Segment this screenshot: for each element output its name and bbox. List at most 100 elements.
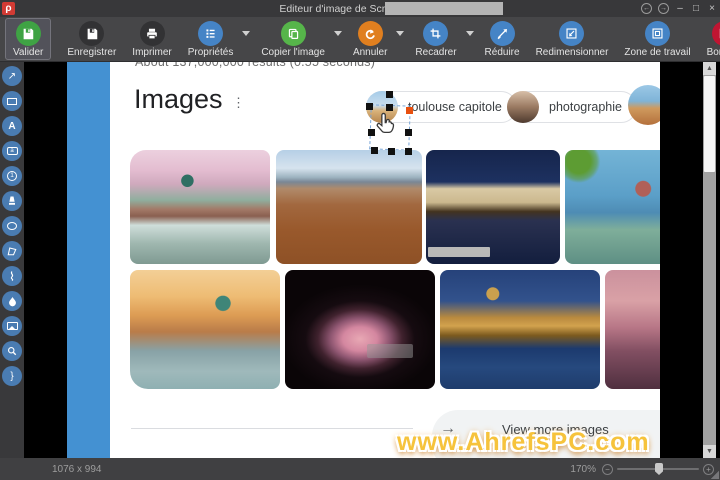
rectangle-icon (7, 98, 17, 105)
chip-label: photographie (539, 100, 636, 114)
text-balloon-tool-button[interactable]: a (2, 141, 22, 161)
arrow-icon: ↗ (8, 71, 16, 82)
nav-forward-icon[interactable]: → (658, 3, 669, 14)
redimensionner-label: Redimensionner (536, 47, 609, 58)
scroll-up-icon[interactable]: ▲ (703, 62, 716, 75)
result-image-capitole-night[interactable] (426, 150, 560, 264)
result-image-aerial-city[interactable] (276, 150, 422, 264)
ahrefspc-watermark: www.AhrefsPC.com (397, 428, 650, 457)
chip-label: toulouse capitole (398, 100, 516, 114)
image-icon (7, 322, 18, 330)
zone-de-travail-button[interactable]: Zone de travail (616, 18, 698, 60)
arrow-tool-button[interactable]: ↗ (2, 66, 22, 86)
image-dimensions: 1076 x 994 (52, 464, 102, 475)
selection-handle-mid-right[interactable] (405, 129, 412, 136)
close-button[interactable]: × (707, 4, 717, 14)
annuler-menu-arrow-icon[interactable] (396, 31, 404, 36)
valider-label: Valider (13, 47, 43, 58)
resize-grip[interactable] (711, 471, 719, 479)
rectangle-tool-button[interactable] (2, 91, 22, 111)
image-tool-button[interactable] (2, 316, 22, 336)
annuler-label: Annuler (353, 47, 387, 58)
proprietes-menu-arrow-icon[interactable] (242, 31, 250, 36)
copy-icon (281, 21, 306, 46)
printer-icon (140, 21, 165, 46)
text-icon: A (8, 121, 15, 132)
result-image-night-bridge-lights[interactable] (440, 270, 600, 389)
enregistrer-label: Enregistrer (67, 47, 116, 58)
chip-photographie[interactable]: photographie (507, 91, 637, 123)
bordure-button[interactable]: Bordure (699, 18, 720, 60)
save-icon (79, 21, 104, 46)
copier-menu-arrow-icon[interactable] (334, 31, 342, 36)
editor-canvas[interactable]: About 137,000,000 results (0.55 seconds)… (24, 62, 720, 458)
bordure-label: Bordure (707, 47, 720, 58)
text-tool-button[interactable]: A (2, 116, 22, 136)
selection-handle-bottom-mid[interactable] (388, 148, 395, 155)
polygon-tool-button[interactable] (2, 241, 22, 261)
copier-image-label: Copier l'image (261, 47, 325, 58)
canvas-vertical-scrollbar[interactable]: ▲ ▼ (703, 62, 716, 458)
enregistrer-button[interactable]: Enregistrer (59, 18, 124, 60)
hand-cursor-icon (373, 110, 399, 138)
maximize-button[interactable]: □ (691, 4, 701, 14)
image-caption-box (428, 247, 490, 257)
selection-handle-bottom-left[interactable] (371, 147, 378, 154)
brace-icon: } (10, 371, 13, 382)
selection-handle-top-left[interactable] (366, 103, 373, 110)
screenpresso-logo-icon: ρ (2, 2, 15, 15)
captured-page-edge (67, 62, 110, 458)
reduire-button[interactable]: Réduire (477, 18, 528, 60)
freehand-tool-button[interactable] (2, 266, 22, 286)
result-image-dome-sunset[interactable] (130, 270, 280, 389)
captured-google-page: About 137,000,000 results (0.55 seconds)… (110, 62, 660, 458)
result-image-bridge-pink[interactable] (130, 150, 270, 264)
selection-handle-active[interactable] (406, 107, 413, 114)
brace-tool-button[interactable]: } (2, 366, 22, 386)
annuler-button[interactable]: Annuler (345, 18, 395, 60)
blur-tool-button[interactable] (2, 291, 22, 311)
numbering-icon: 1 (7, 171, 17, 181)
crop-icon (423, 21, 448, 46)
zoom-slider[interactable] (617, 468, 699, 470)
selection-rotate-handle[interactable] (386, 91, 393, 98)
titlebar: ρ Editeur d'image de Screenpresso - ← → … (0, 0, 720, 17)
redimensionner-button[interactable]: Redimensionner (528, 18, 617, 60)
highlighter-tool-button[interactable] (2, 191, 22, 211)
magnifier-tool-button[interactable] (2, 341, 22, 361)
scrollbar-thumb[interactable] (704, 76, 715, 172)
result-image-bridge-foliage[interactable] (565, 150, 660, 264)
more-menu-icon[interactable]: ⋮ (232, 95, 245, 111)
selection-handle-bottom-right[interactable] (405, 148, 412, 155)
freehand-icon (6, 270, 18, 282)
chip-thumbnail (507, 91, 539, 123)
zoom-out-button[interactable]: − (602, 464, 613, 475)
proprietes-button[interactable]: Propriétés (180, 18, 242, 60)
imprimer-button[interactable]: Imprimer (124, 18, 179, 60)
validate-save-icon (16, 21, 41, 46)
chip-partial[interactable] (629, 91, 660, 123)
minimize-button[interactable]: – (675, 4, 685, 14)
recadrer-menu-arrow-icon[interactable] (466, 31, 474, 36)
nav-back-icon[interactable]: ← (641, 3, 652, 14)
recadrer-button[interactable]: Recadrer (407, 18, 464, 60)
text-balloon-icon: a (7, 147, 18, 155)
copier-image-button[interactable]: Copier l'image (253, 18, 333, 60)
properties-list-icon (198, 21, 223, 46)
result-image-arch-view[interactable] (285, 270, 435, 389)
results-count-clipped: About 137,000,000 results (0.55 seconds) (135, 62, 455, 70)
scroll-down-icon[interactable]: ▼ (703, 445, 716, 458)
result-image-dusk-partial[interactable] (605, 270, 660, 389)
magnifier-icon (6, 345, 18, 357)
statusbar: 1076 x 994 170% − + (0, 458, 720, 480)
reduire-label: Réduire (485, 47, 520, 58)
zoom-slider-thumb[interactable] (655, 463, 663, 475)
numbering-tool-button[interactable]: 1 (2, 166, 22, 186)
ellipse-tool-button[interactable] (2, 216, 22, 236)
recadrer-label: Recadrer (415, 47, 456, 58)
results-count-text: About 137,000,000 results (0.55 seconds) (135, 62, 455, 69)
watermark-box (367, 344, 413, 358)
workspace-icon (645, 21, 670, 46)
polygon-icon (6, 245, 18, 257)
valider-button[interactable]: Valider (5, 18, 51, 60)
